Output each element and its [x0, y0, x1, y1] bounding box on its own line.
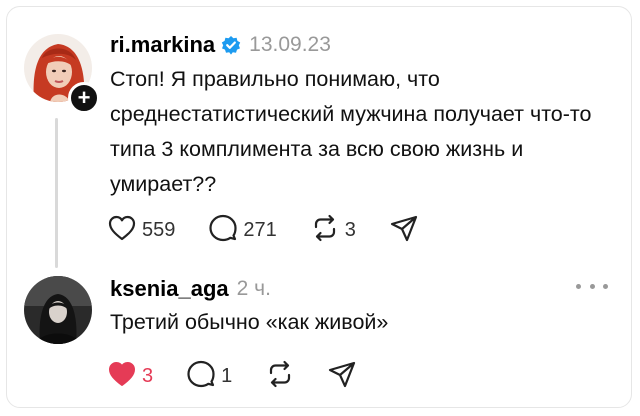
reply-reply-button[interactable]: 1	[187, 360, 232, 393]
verified-badge-icon	[221, 35, 241, 55]
more-dot	[576, 283, 581, 289]
reply-like-button[interactable]: 3	[108, 361, 153, 392]
share-icon	[328, 360, 356, 393]
repost-icon	[266, 360, 294, 393]
follow-plus-badge[interactable]: +	[68, 82, 100, 114]
share-button[interactable]	[390, 214, 418, 247]
reply-actions: 3 1	[108, 360, 390, 393]
comment-icon	[187, 360, 215, 393]
like-count: 559	[142, 219, 176, 241]
comment-icon	[209, 214, 237, 247]
repost-icon	[311, 214, 339, 247]
repost-button[interactable]: 3	[311, 214, 356, 247]
post-header: ri.markina 13.09.23	[110, 32, 331, 58]
share-icon	[390, 214, 418, 247]
repost-count: 3	[344, 219, 356, 241]
reply-count: 271	[243, 219, 277, 241]
post-date: 13.09.23	[249, 33, 331, 56]
reply-author-avatar[interactable]	[24, 276, 92, 344]
reply-header: ksenia_aga 2 ч.	[110, 276, 271, 302]
heart-icon	[108, 215, 136, 246]
reply-like-count: 3	[142, 365, 154, 387]
more-dot	[603, 283, 608, 289]
reply-share-button[interactable]	[328, 360, 356, 393]
reply-time: 2 ч.	[236, 277, 271, 300]
post-username[interactable]: ri.markina	[110, 32, 215, 58]
reply-reply-count: 1	[221, 365, 233, 387]
heart-filled-icon	[108, 361, 136, 392]
more-options-icon[interactable]	[576, 276, 608, 296]
post-text: Стоп! Я правильно понимаю, что среднеста…	[110, 67, 592, 196]
post-actions: 559 271 3	[108, 214, 452, 247]
thread-connector-line	[55, 118, 58, 268]
reply-text: Третий обычно «как живой»	[110, 310, 389, 334]
more-dot	[589, 283, 595, 289]
plus-icon: +	[77, 85, 91, 110]
reply-username[interactable]: ksenia_aga	[110, 276, 229, 302]
reply-repost-button[interactable]	[266, 360, 294, 393]
like-button[interactable]: 559	[108, 215, 175, 246]
reply-button[interactable]: 271	[209, 214, 277, 247]
